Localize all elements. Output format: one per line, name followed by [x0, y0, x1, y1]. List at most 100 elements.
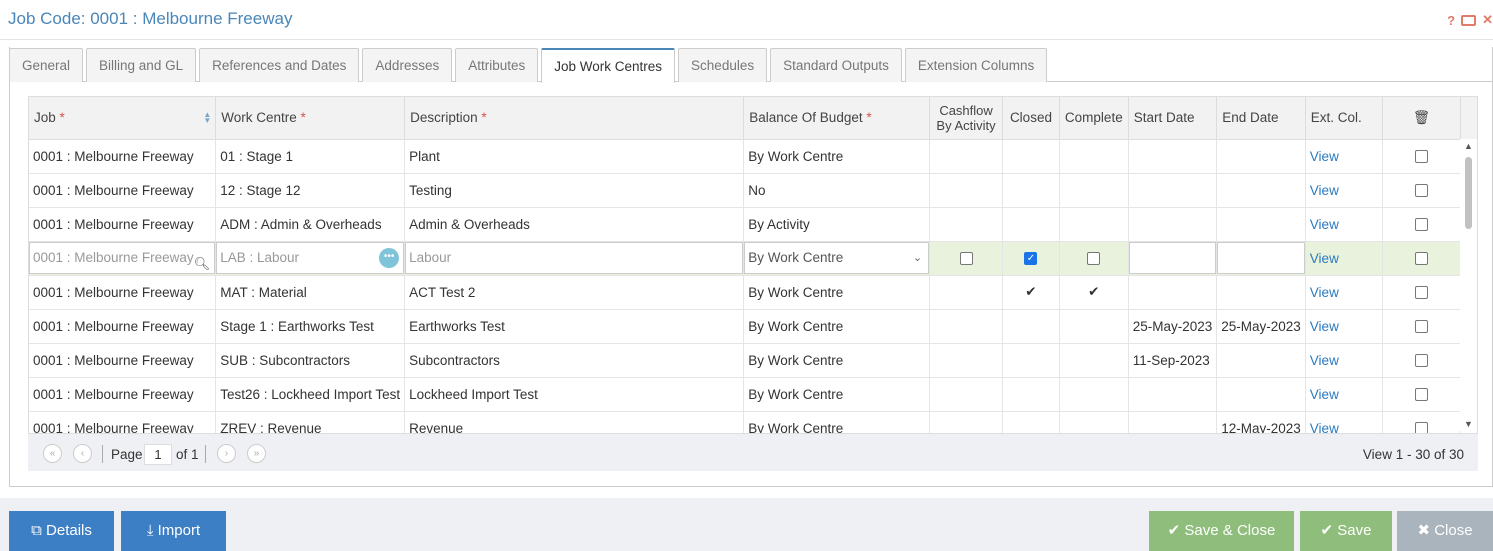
table-row[interactable]: 0001 : Melbourne Freeway Test26 : Lockhe…: [29, 377, 1477, 412]
cell-description: Admin & Overheads: [404, 207, 745, 242]
prev-page-icon[interactable]: ‹: [73, 444, 92, 463]
delete-checkbox[interactable]: [1414, 286, 1428, 300]
table-row[interactable]: 0001 : Melbourne Freeway SUB : Subcontra…: [29, 343, 1477, 378]
complete-checkbox[interactable]: [1087, 252, 1101, 266]
col-header-job[interactable]: Job * ▲ ▼: [29, 97, 217, 140]
next-page-icon[interactable]: ›: [217, 444, 236, 463]
page-number-input[interactable]: 1: [144, 444, 172, 465]
balance-select[interactable]: By Work Centre ⌄: [744, 242, 929, 274]
view-link[interactable]: View: [1310, 387, 1339, 402]
scroll-down-icon[interactable]: ▼: [1464, 419, 1473, 429]
trash-icon[interactable]: 🗑: [1413, 110, 1430, 125]
import-button[interactable]: ⤓ Import: [121, 511, 226, 551]
delete-checkbox[interactable]: [1414, 150, 1428, 164]
cell-job: 0001 : Melbourne Freeway: [29, 173, 217, 208]
tab-billing-gl[interactable]: Billing and GL: [86, 48, 197, 82]
col-header-ext-col[interactable]: Ext. Col.: [1305, 97, 1384, 140]
close-icon[interactable]: ✕: [1482, 12, 1493, 28]
tab-job-work-centres[interactable]: Job Work Centres: [541, 48, 676, 83]
col-header-complete[interactable]: Complete: [1059, 97, 1129, 140]
table-row[interactable]: 0001 : Melbourne Freeway ADM : Admin & O…: [29, 207, 1477, 242]
delete-checkbox[interactable]: [1414, 252, 1428, 266]
view-link[interactable]: View: [1310, 319, 1339, 334]
pagination-bar: « ‹ Page 1 of 1 › » View 1 - 30 of 30: [28, 433, 1478, 471]
tab-addresses[interactable]: Addresses: [362, 48, 453, 82]
start-date-input[interactable]: [1128, 242, 1216, 274]
view-link[interactable]: View: [1310, 251, 1339, 266]
tab-extension-columns[interactable]: Extension Columns: [904, 48, 1048, 82]
delete-checkbox[interactable]: [1414, 184, 1428, 198]
table-row[interactable]: 0001 : Melbourne Freeway 12 : Stage 12 T…: [29, 173, 1477, 208]
close-icon: ✖: [1417, 522, 1431, 539]
tab-general[interactable]: General: [9, 48, 84, 82]
last-page-icon[interactable]: »: [247, 444, 266, 463]
pager-divider: [102, 445, 103, 463]
view-link[interactable]: View: [1310, 183, 1339, 198]
cell-start-date: [1128, 173, 1218, 208]
col-header-balance-of-budget[interactable]: Balance Of Budget *: [743, 97, 931, 140]
tab-references-dates[interactable]: References and Dates: [199, 48, 360, 82]
cell-balance: By Activity: [743, 207, 931, 242]
cell-start-date: [1128, 207, 1218, 242]
tab-standard-outputs[interactable]: Standard Outputs: [770, 48, 902, 82]
work-centres-grid: Job * ▲ ▼ Work Centre * Description * Bala…: [28, 96, 1478, 471]
delete-checkbox[interactable]: [1414, 320, 1428, 334]
cell-work-centre: SUB : Subcontractors: [215, 343, 406, 378]
delete-checkbox[interactable]: [1414, 388, 1428, 402]
cell-start-date: [1128, 275, 1218, 310]
col-header-delete[interactable]: 🗑: [1382, 97, 1461, 140]
delete-checkbox[interactable]: [1414, 218, 1428, 232]
complete-check-icon: ✔: [1059, 275, 1129, 310]
check-icon: ✔: [1167, 522, 1181, 539]
col-header-cashflow[interactable]: Cashflow By Activity: [929, 97, 1003, 140]
more-options-icon[interactable]: •••: [379, 248, 400, 268]
col-header-closed[interactable]: Closed: [1002, 97, 1060, 140]
search-icon[interactable]: 🔍︎: [194, 249, 211, 274]
cell-start-date: [1128, 377, 1218, 412]
closed-checkbox[interactable]: ✓: [1024, 252, 1038, 266]
cell-job: 0001 : Melbourne Freeway: [29, 309, 217, 344]
save-button[interactable]: ✔ Save: [1300, 511, 1392, 551]
cell-description: Plant: [404, 139, 745, 174]
table-row[interactable]: 0001 : Melbourne Freeway Stage 1 : Earth…: [29, 309, 1477, 344]
cell-work-centre: 01 : Stage 1: [215, 139, 406, 174]
tab-attributes[interactable]: Attributes: [455, 48, 539, 82]
editing-row[interactable]: 0001 : Melbourne Freeway 🔍︎ LAB : Labour •…: [29, 241, 1477, 276]
close-button[interactable]: ✖ Close: [1397, 511, 1493, 551]
view-link[interactable]: View: [1310, 353, 1339, 368]
table-icon[interactable]: [1461, 14, 1477, 26]
cell-end-date: [1216, 343, 1306, 378]
cell-job: 0001 : Melbourne Freeway: [29, 343, 217, 378]
view-link[interactable]: View: [1310, 217, 1339, 232]
first-page-icon[interactable]: «: [43, 444, 62, 463]
col-header-start-date[interactable]: Start Date: [1128, 97, 1218, 140]
end-date-input[interactable]: [1217, 242, 1305, 274]
tab-schedules[interactable]: Schedules: [678, 48, 768, 82]
check-icon: ✔: [1320, 522, 1334, 539]
cashflow-checkbox[interactable]: [959, 252, 973, 266]
title-bar: Job Code: 0001 : Melbourne Freeway ? ✕: [0, 0, 1493, 40]
col-header-description[interactable]: Description *: [404, 97, 745, 140]
col-header-end-date[interactable]: End Date: [1216, 97, 1306, 140]
col-header-work-centre[interactable]: Work Centre *: [215, 97, 406, 140]
scrollbar-thumb[interactable]: [1465, 157, 1472, 229]
table-row[interactable]: 0001 : Melbourne Freeway 01 : Stage 1 Pl…: [29, 139, 1477, 174]
job-input[interactable]: 0001 : Melbourne Freeway 🔍︎: [29, 242, 215, 274]
scroll-up-icon[interactable]: ▲: [1464, 141, 1473, 151]
save-close-button[interactable]: ✔ Save & Close: [1149, 511, 1294, 551]
table-row[interactable]: 0001 : Melbourne Freeway MAT : Material …: [29, 275, 1477, 310]
cell-work-centre: Test26 : Lockheed Import Test: [215, 377, 406, 412]
delete-checkbox[interactable]: [1414, 354, 1428, 368]
vertical-scrollbar[interactable]: ▲ ▼: [1460, 139, 1477, 431]
work-centre-input[interactable]: LAB : Labour •••: [216, 242, 404, 274]
tab-bar: General Billing and GL References and Da…: [9, 48, 1050, 83]
view-link[interactable]: View: [1310, 285, 1339, 300]
description-input[interactable]: Labour: [405, 242, 743, 274]
cell-work-centre: ADM : Admin & Overheads: [215, 207, 406, 242]
cell-end-date: [1216, 275, 1306, 310]
details-button[interactable]: ⧉ Details: [9, 511, 114, 551]
help-icon[interactable]: ?: [1447, 13, 1455, 28]
cell-description: Earthworks Test: [404, 309, 745, 344]
view-link[interactable]: View: [1310, 149, 1339, 164]
sort-icon[interactable]: ▲ ▼: [203, 111, 211, 125]
